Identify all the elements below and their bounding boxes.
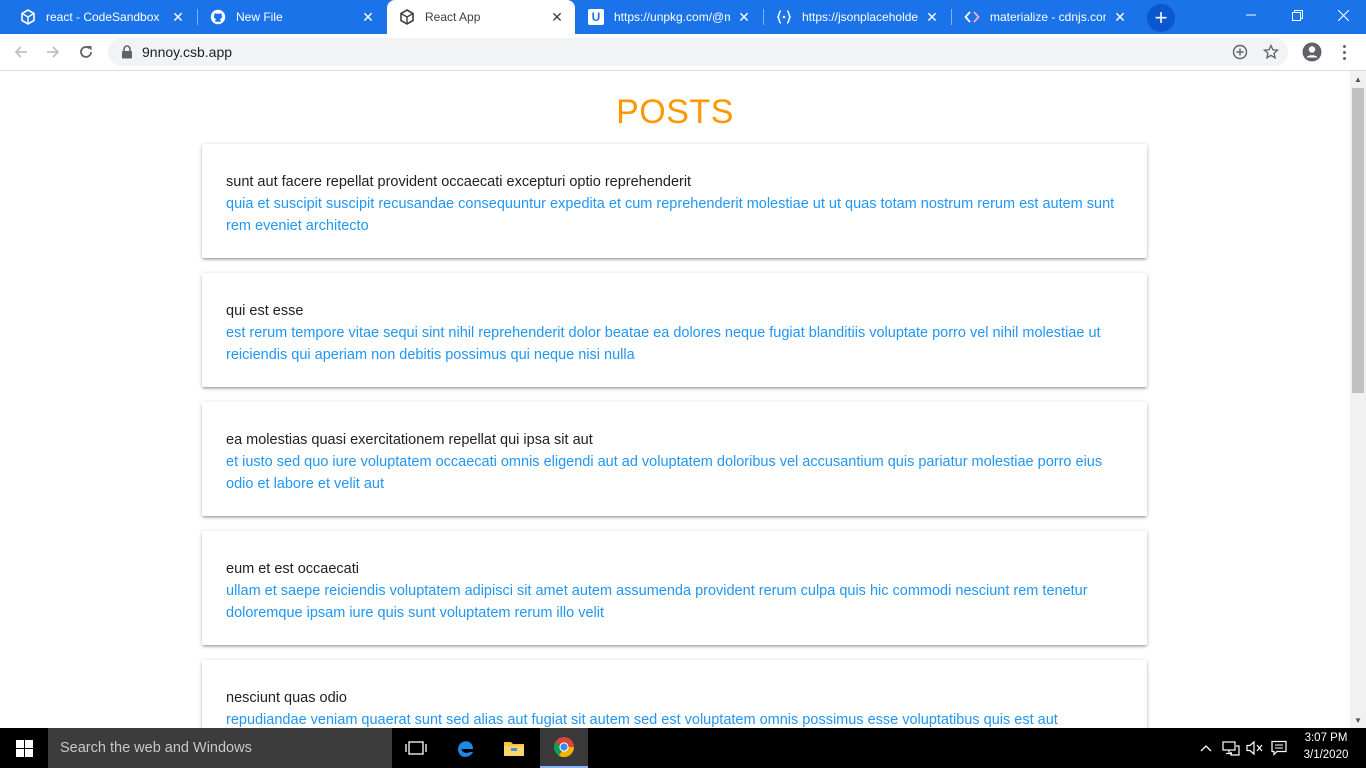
arrow-left-icon bbox=[14, 46, 27, 58]
tab-title: materialize - cdnjs.com bbox=[990, 10, 1106, 24]
codesandbox-icon bbox=[20, 9, 36, 25]
tab-codesandbox[interactable]: react - CodeSandbox ✕ bbox=[8, 0, 196, 34]
task-view-button[interactable] bbox=[392, 728, 440, 768]
arrow-right-icon bbox=[47, 46, 60, 58]
tab-title: React App bbox=[425, 10, 481, 24]
codesandbox-icon bbox=[399, 9, 415, 25]
clock-time: 3:07 PM bbox=[1304, 732, 1348, 744]
windows-logo-icon bbox=[15, 739, 33, 757]
post-title: nesciunt quas odio bbox=[226, 690, 347, 706]
tab-unpkg[interactable]: U https://unpkg.com/@m ✕ bbox=[576, 0, 762, 34]
chrome-icon bbox=[553, 737, 575, 758]
clock[interactable]: 3:07 PM 3/1/2020 bbox=[1296, 730, 1356, 764]
profile-button[interactable] bbox=[1300, 40, 1324, 64]
post-body: quia et suscipit suscipit recusandae con… bbox=[226, 196, 1115, 234]
close-tab-icon[interactable]: ✕ bbox=[170, 9, 186, 25]
restore-button[interactable] bbox=[1274, 0, 1320, 30]
volume-muted-icon[interactable] bbox=[1244, 728, 1266, 768]
close-tab-icon[interactable]: ✕ bbox=[924, 9, 940, 25]
tab-strip: react - CodeSandbox ✕ New File ✕ React A… bbox=[0, 0, 1366, 34]
tab-title: New File bbox=[236, 10, 283, 24]
tab-title: https://jsonplaceholder bbox=[802, 10, 918, 24]
minimize-icon bbox=[1246, 14, 1256, 16]
post-title: sunt aut facere repellat provident occae… bbox=[226, 174, 692, 190]
network-icon[interactable] bbox=[1220, 728, 1242, 768]
chrome-button[interactable] bbox=[540, 728, 588, 768]
post-card: sunt aut facere repellat provident occae… bbox=[202, 144, 1147, 258]
task-view-icon bbox=[405, 741, 427, 755]
page-title: POSTS bbox=[616, 93, 734, 131]
page-scrollbar[interactable]: ▲ ▼ bbox=[1350, 71, 1366, 728]
address-bar[interactable]: 9nnoy.csb.app bbox=[108, 38, 1288, 66]
tab-cdnjs[interactable]: materialize - cdnjs.com ✕ bbox=[952, 0, 1138, 34]
tab-new-file[interactable]: New File ✕ bbox=[198, 0, 386, 34]
post-card: eum et est occaecati ullam et saepe reic… bbox=[202, 531, 1147, 645]
restore-icon bbox=[1291, 9, 1303, 21]
tab-title: react - CodeSandbox bbox=[46, 10, 160, 24]
post-card: qui est esse est rerum tempore vitae seq… bbox=[202, 273, 1147, 387]
tab-title: https://unpkg.com/@m bbox=[614, 10, 730, 24]
taskbar-search-input[interactable]: Search the web and Windows bbox=[48, 728, 392, 768]
tab-jsonplaceholder[interactable]: https://jsonplaceholder ✕ bbox=[764, 0, 950, 34]
more-vert-icon bbox=[1342, 44, 1346, 48]
browser-toolbar: 9nnoy.csb.app bbox=[0, 34, 1366, 71]
post-title: qui est esse bbox=[226, 303, 304, 319]
post-body: ullam et saepe reiciendis voluptatem adi… bbox=[226, 583, 1088, 621]
account-icon bbox=[1302, 42, 1322, 62]
jsonplaceholder-icon bbox=[776, 9, 792, 25]
forward-button[interactable] bbox=[40, 39, 66, 65]
github-icon bbox=[210, 9, 226, 25]
post-title: ea molestias quasi exercitationem repell… bbox=[226, 432, 593, 448]
start-button[interactable] bbox=[0, 728, 48, 768]
clock-date: 3/1/2020 bbox=[1303, 749, 1349, 761]
post-body: est rerum tempore vitae sequi sint nihil… bbox=[226, 325, 1101, 363]
close-tab-icon[interactable]: ✕ bbox=[549, 9, 565, 25]
post-body: et iusto sed quo iure voluptatem occaeca… bbox=[226, 454, 1103, 492]
back-button[interactable] bbox=[8, 39, 34, 65]
scroll-thumb[interactable] bbox=[1352, 88, 1364, 393]
edge-icon bbox=[458, 741, 473, 757]
file-explorer-button[interactable] bbox=[490, 728, 538, 768]
star-icon[interactable] bbox=[1261, 42, 1281, 62]
page-viewport: POSTS sunt aut facere repellat provident… bbox=[0, 71, 1350, 728]
notifications-icon[interactable] bbox=[1268, 728, 1290, 768]
post-card: ea molestias quasi exercitationem repell… bbox=[202, 402, 1147, 516]
add-icon[interactable] bbox=[1230, 42, 1250, 62]
taskbar: Search the web and Windows 3:07 PM 3/1/2… bbox=[0, 728, 1366, 768]
close-tab-icon[interactable]: ✕ bbox=[736, 9, 752, 25]
post-title: eum et est occaecati bbox=[226, 561, 359, 577]
close-tab-icon[interactable]: ✕ bbox=[360, 9, 376, 25]
cdnjs-icon bbox=[964, 9, 980, 25]
lock-icon[interactable] bbox=[120, 45, 134, 59]
new-tab-button[interactable]: + bbox=[1147, 4, 1175, 32]
url-text: 9nnoy.csb.app bbox=[142, 44, 233, 60]
unpkg-icon: U bbox=[588, 9, 604, 25]
chevron-up-icon[interactable] bbox=[1196, 728, 1216, 768]
close-icon bbox=[1337, 9, 1349, 21]
tab-react-app[interactable]: React App ✕ bbox=[387, 0, 575, 34]
close-tab-icon[interactable]: ✕ bbox=[1112, 9, 1128, 25]
close-window-button[interactable] bbox=[1320, 0, 1366, 30]
reload-icon bbox=[80, 46, 92, 58]
scroll-down-icon[interactable]: ▼ bbox=[1350, 712, 1366, 728]
reload-button[interactable] bbox=[73, 39, 99, 65]
scroll-up-icon[interactable]: ▲ bbox=[1350, 71, 1366, 87]
minimize-button[interactable] bbox=[1228, 0, 1274, 30]
edge-button[interactable] bbox=[441, 728, 489, 768]
post-body: repudiandae veniam quaerat sunt sed alia… bbox=[226, 712, 1058, 728]
menu-button[interactable] bbox=[1334, 40, 1354, 64]
post-card: nesciunt quas odio repudiandae veniam qu… bbox=[202, 660, 1147, 728]
file-explorer-icon bbox=[504, 742, 524, 756]
